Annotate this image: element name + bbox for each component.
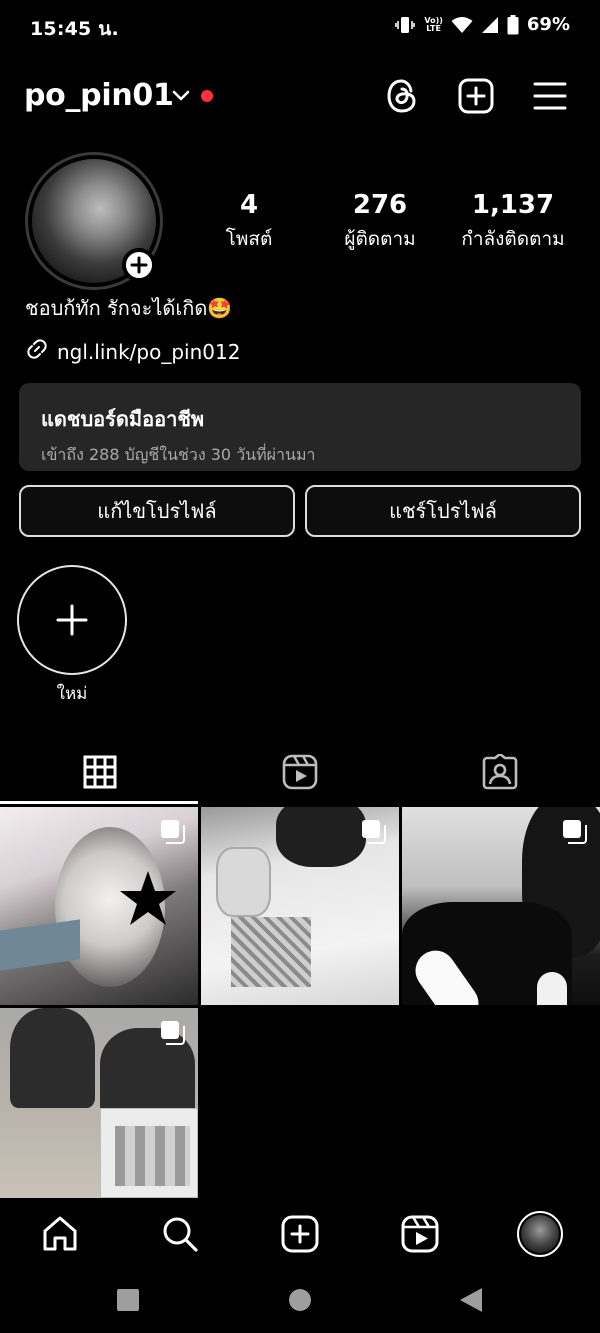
post-thumbnail[interactable] [402,807,600,1005]
edit-profile-button[interactable]: แก้ไขโปรไฟล์ [19,485,295,537]
reels-icon [282,754,318,794]
multiple-images-icon [562,819,588,849]
stat-followers-number: 276 [352,190,408,220]
multiple-images-icon [160,819,186,849]
notification-dot [201,90,213,102]
system-navigation [0,1270,600,1333]
dashboard-title: แดชบอร์ดมืออาชีพ [41,407,205,431]
reels-nav-icon[interactable] [398,1212,442,1256]
new-highlight-button[interactable] [17,565,127,675]
menu-icon[interactable] [530,76,570,116]
tab-tagged[interactable] [400,745,600,803]
status-icons: Vo)) LTE 69% [394,14,570,35]
add-story-icon[interactable] [122,248,156,282]
signal-icon [481,16,499,34]
username[interactable]: po_pin01 [24,78,174,113]
post-thumbnail[interactable] [0,1008,198,1198]
profile-link[interactable]: ngl.link/po_pin012 [25,337,240,366]
stat-posts[interactable]: 4 โพสต์ [212,190,286,254]
recent-apps-icon[interactable] [116,1288,140,1312]
back-icon[interactable] [458,1287,484,1313]
add-post-icon[interactable] [456,76,496,116]
professional-dashboard[interactable]: แดชบอร์ดมืออาชีพ เข้าถึง 288 บัญชีในช่วง… [19,383,581,471]
stat-posts-label: โพสต์ [225,228,273,250]
post-thumbnail[interactable] [201,807,399,1005]
tagged-icon [482,752,518,794]
status-time: 15:45 น. [30,18,119,40]
stat-followers[interactable]: 276 ผู้ติดตาม [330,190,430,254]
new-highlight-label: ใหม่ [56,684,88,704]
multiple-images-icon [361,819,387,849]
share-profile-button[interactable]: แชร์โปรไฟล์ [305,485,581,537]
profile-nav-avatar[interactable] [516,1210,564,1258]
profile-header: po_pin01 [0,70,600,124]
wifi-icon [451,16,473,34]
volte-icon: Vo)) LTE [424,15,443,33]
dashboard-subtitle: เข้าถึง 288 บัญชีในช่วง 30 วันที่ผ่านมา [41,445,316,464]
home-icon[interactable] [38,1212,82,1256]
post-thumbnail[interactable] [0,807,198,1005]
grid-icon [83,755,117,793]
stat-following-label: กำลังติดตาม [461,228,565,250]
vibrate-icon [394,15,416,35]
home-system-icon[interactable] [288,1288,312,1312]
bottom-navigation [0,1198,600,1270]
battery-percent: 69% [526,14,570,35]
active-tab-indicator [0,801,198,804]
search-icon[interactable] [158,1212,202,1256]
multiple-images-icon [160,1020,186,1050]
battery-icon [507,14,519,35]
link-icon [25,337,49,366]
link-text[interactable]: ngl.link/po_pin012 [57,340,240,364]
threads-icon[interactable] [382,76,422,116]
stat-followers-label: ผู้ติดตาม [344,228,416,250]
status-bar: 15:45 น. Vo)) LTE 69% [0,0,600,52]
tab-reels[interactable] [200,745,400,803]
create-icon[interactable] [278,1212,322,1256]
stat-following-number: 1,137 [471,190,555,220]
stat-following[interactable]: 1,137 กำลังติดตาม [448,190,578,254]
stat-posts-number: 4 [239,190,259,220]
bio: ชอบก้ทัก รักจะได้เกิด🤩 [25,296,233,320]
tab-posts-grid[interactable] [0,745,200,803]
chevron-down-icon[interactable] [171,88,191,107]
